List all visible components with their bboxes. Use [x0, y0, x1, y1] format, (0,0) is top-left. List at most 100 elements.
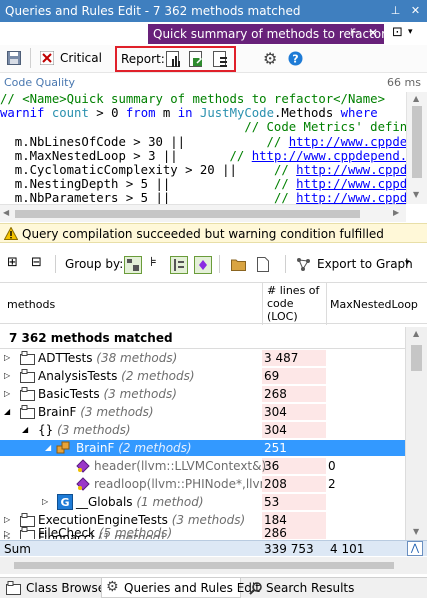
tab-quick-summary[interactable]: Quick summary of methods to refactor ⊢ ✕	[148, 24, 386, 44]
hscroll-thumb[interactable]	[15, 210, 360, 218]
group-by-type-icon[interactable]	[170, 256, 188, 274]
report-chart-icon[interactable]	[166, 51, 183, 68]
assembly-icon	[20, 369, 35, 383]
export-to-graph-button[interactable]: Export to Graph	[317, 257, 413, 271]
tree-row[interactable]: header(llvm::LLVMContext&) 36 0	[0, 458, 405, 474]
query-toolbar: Critical Report: ⚙ ?	[0, 45, 427, 73]
row-loc: 251	[264, 441, 287, 455]
code-line: m.CyclomaticComplexity > 20 || // http:/…	[0, 163, 406, 178]
tab-class-browser[interactable]: Class Browser	[2, 578, 110, 598]
tree-row[interactable]: ▷ ExecutionEngineTests (3 methods) 184	[0, 512, 405, 528]
collapse-arrow-icon[interactable]: ◢	[45, 443, 51, 452]
warning-text: Query compilation succeeded but warning …	[22, 227, 384, 241]
graph-icon[interactable]	[296, 257, 311, 272]
code-line: m.MaxNestedLoop > 3 || // http://www.cpp…	[0, 148, 406, 163]
collapse-arrow-icon[interactable]: ◢	[4, 407, 10, 416]
window-title-bar: Queries and Rules Edit - 7 362 methods m…	[0, 0, 427, 22]
expand-arrow-icon[interactable]: ▷	[4, 389, 10, 398]
row-name: header(llvm::LLVMContext&)	[94, 459, 267, 473]
separator	[285, 255, 286, 273]
column-max-nested-loop[interactable]: MaxNestedLoop	[330, 298, 418, 311]
collapse-all-icon[interactable]: ⊟	[31, 255, 42, 270]
scroll-right-icon[interactable]: ▶	[393, 208, 399, 217]
column-divider[interactable]	[326, 283, 327, 325]
gear-icon[interactable]: ⚙	[263, 49, 277, 68]
pin-tab-icon[interactable]: ⊢	[350, 26, 360, 39]
chevron-down-icon[interactable]: ▾	[405, 258, 410, 268]
scroll-up-icon[interactable]: ▲	[413, 329, 419, 338]
code-line: // Code Metrics' defin	[244, 120, 406, 135]
document-icon[interactable]	[257, 257, 269, 272]
svg-text:?: ?	[292, 53, 298, 66]
tree-row[interactable]: readloop(llvm::PHINode*,llvm::Ba 208 2	[0, 476, 405, 492]
scroll-down-icon[interactable]: ▼	[413, 190, 419, 199]
separator	[55, 255, 56, 273]
separator	[30, 48, 31, 68]
tab-label: Queries and Rules Edit	[124, 581, 260, 595]
editor-horizontal-scrollbar[interactable]: ◀ ▶	[0, 204, 406, 222]
critical-button[interactable]: Critical	[60, 51, 102, 65]
tab-search-results[interactable]: Search Results	[245, 578, 354, 598]
scroll-thumb[interactable]	[412, 106, 422, 178]
scroll-down-icon[interactable]: ▼	[413, 527, 419, 536]
sum-loc: 339 753	[264, 542, 314, 556]
column-methods[interactable]: methods	[7, 298, 55, 311]
collapse-sum-icon[interactable]: ⋀	[407, 541, 423, 556]
results-vertical-scrollbar[interactable]: ▲ ▼	[405, 327, 427, 540]
scroll-thumb[interactable]	[411, 345, 422, 371]
row-name: BasicTests (3 methods)	[38, 387, 177, 401]
tree-row[interactable]: ▷ BasicTests (3 methods) 268	[0, 386, 405, 402]
report-list-icon[interactable]	[213, 51, 230, 68]
group-by-method-icon[interactable]	[194, 256, 212, 274]
folder-icon[interactable]	[231, 258, 246, 271]
tab-queries-and-rules-edit[interactable]: ⚙ Queries and Rules Edit	[101, 578, 260, 598]
help-icon[interactable]: ?	[288, 51, 303, 66]
results-horizontal-scrollbar[interactable]	[0, 557, 427, 574]
gear-icon: ⚙	[106, 579, 119, 595]
group-by-assembly-icon[interactable]	[124, 256, 142, 274]
row-loc: 69	[264, 369, 280, 383]
tree-row[interactable]: ▷ ADTTests (38 methods) 3 487	[0, 350, 405, 366]
row-name: AnalysisTests (2 methods)	[38, 369, 195, 383]
row-loc: 208	[264, 477, 287, 491]
hscroll-thumb[interactable]	[14, 562, 394, 569]
expand-all-icon[interactable]: ⊞	[7, 255, 18, 270]
expand-arrow-icon[interactable]: ▷	[4, 529, 10, 538]
query-code-editor[interactable]: // <Name>Quick summary of methods to ref…	[0, 92, 406, 204]
collapse-arrow-icon[interactable]: ◢	[22, 425, 28, 434]
row-name: readloop(llvm::PHINode*,llvm::Ba	[94, 477, 262, 491]
editor-header: Code Quality 66 ms	[0, 74, 427, 91]
close-tab-icon[interactable]: ✕	[368, 26, 378, 40]
column-loc[interactable]: # lines of code (LOC)	[267, 284, 319, 323]
tree-row[interactable]: ◢ {} (3 methods) 304	[0, 422, 405, 438]
tree-row[interactable]: ▷ AnalysisTests (2 methods) 69	[0, 368, 405, 384]
editor-vertical-scrollbar[interactable]: ▲ ▼	[406, 92, 427, 204]
group-by-namespace-icon[interactable]: ⊧	[150, 255, 157, 270]
bottom-tab-bar: Class Browser ⚙ Queries and Rules Edit S…	[0, 577, 427, 598]
column-loc-line: code	[267, 297, 294, 310]
save-icon[interactable]	[7, 51, 21, 65]
close-window-icon[interactable]: ✕	[408, 3, 423, 18]
scroll-left-icon[interactable]: ◀	[3, 208, 9, 217]
tab-label: Class Browser	[26, 581, 111, 595]
column-divider[interactable]	[262, 283, 263, 325]
report-export-icon[interactable]	[189, 51, 206, 68]
pin-icon[interactable]: ⊥	[388, 3, 403, 18]
row-nested: 0	[328, 459, 336, 473]
report-label: Report:	[121, 52, 165, 66]
new-query-icon[interactable]: ⊡	[392, 25, 403, 40]
tree-row[interactable]: ▷ G __Globals (1 method) 53	[0, 494, 405, 510]
chevron-down-icon[interactable]: ▾	[408, 27, 413, 37]
scroll-up-icon[interactable]: ▲	[413, 94, 419, 103]
tab-label: Search Results	[266, 581, 355, 595]
tree-row-partial[interactable]: ▷ FileCheck (5 methods) 286	[0, 527, 405, 539]
tree-row[interactable]: ◢ BrainF (3 methods) 304	[0, 404, 405, 420]
expand-arrow-icon[interactable]: ▷	[4, 353, 10, 362]
tree-row-selected[interactable]: ◢ BrainF (2 methods) 251	[0, 440, 405, 456]
expand-arrow-icon[interactable]: ▷	[4, 515, 10, 524]
critical-rule-icon[interactable]	[40, 51, 54, 65]
expand-arrow-icon[interactable]: ▷	[42, 497, 48, 506]
column-loc-line: (LOC)	[267, 310, 298, 323]
report-group-highlight: Report:	[115, 46, 236, 72]
expand-arrow-icon[interactable]: ▷	[4, 371, 10, 380]
